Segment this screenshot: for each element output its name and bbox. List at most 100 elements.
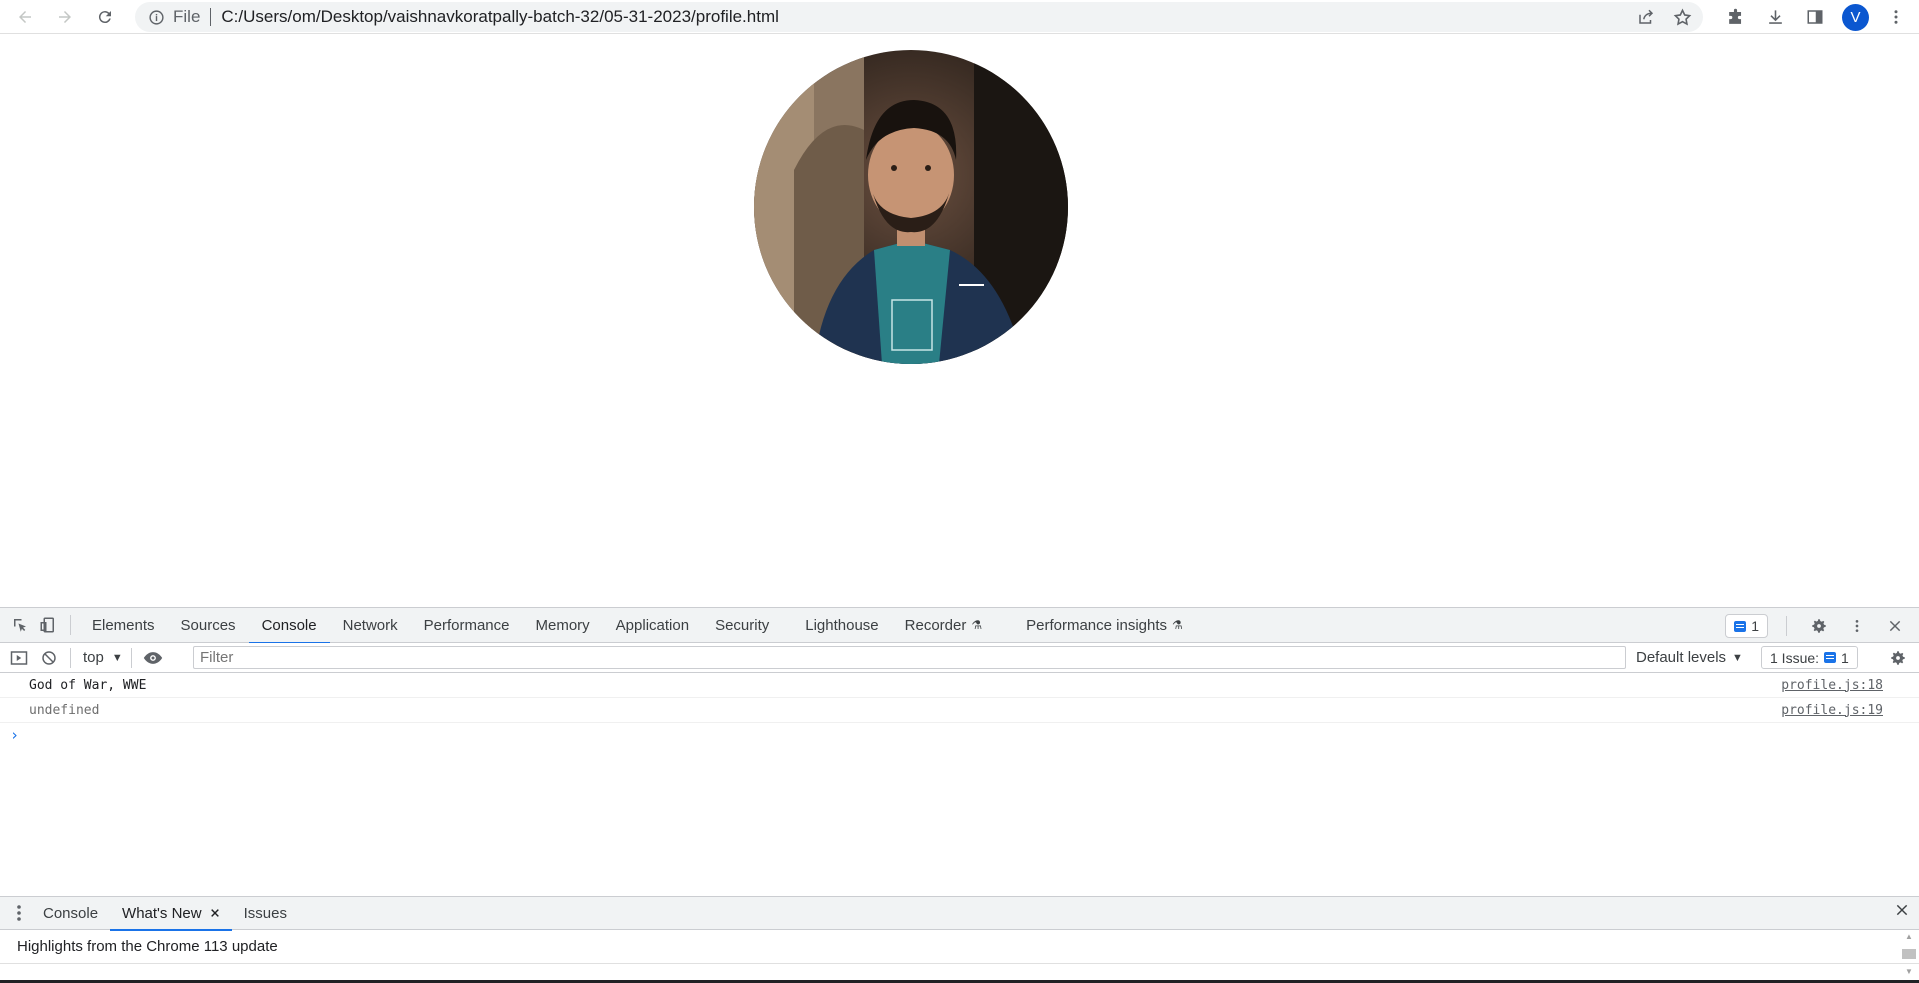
issues-count: 1 [1841, 649, 1849, 666]
forward-button[interactable] [51, 3, 79, 31]
side-panel-icon[interactable] [1802, 3, 1828, 31]
close-tab-icon[interactable] [210, 905, 220, 922]
tab-label: Application [615, 616, 690, 634]
console-settings-gear-icon[interactable] [1885, 645, 1911, 671]
tab-label: Elements [92, 616, 155, 634]
context-label: top [83, 649, 104, 666]
drawer-scrollbar[interactable]: ▲ ▼ [1901, 932, 1917, 976]
tab-console[interactable]: Console [248, 607, 330, 644]
tab-label: Issues [243, 904, 287, 922]
live-expression-eye-icon[interactable] [140, 645, 166, 671]
drawer-tab-whats-new[interactable]: What's New [110, 896, 232, 931]
download-icon[interactable] [1762, 3, 1788, 31]
address-bar[interactable]: File C:/Users/om/Desktop/vaishnavkoratpa… [135, 2, 1703, 32]
scroll-thumb[interactable] [1902, 949, 1916, 959]
tab-label: Recorder [904, 616, 967, 634]
console-prompt[interactable]: › [0, 723, 1919, 747]
console-filter-input[interactable] [193, 646, 1626, 669]
issues-badge-count: 1 [1751, 618, 1759, 634]
divider [130, 647, 132, 668]
more-options-icon[interactable] [1843, 612, 1871, 640]
tab-label: Lighthouse [805, 616, 879, 634]
tab-label: Performance [423, 616, 510, 634]
tab-label: What's New [122, 904, 202, 922]
console-output: God of War, WWE profile.js:18 undefined … [0, 673, 1919, 747]
issues-label: 1 Issue: [1770, 649, 1820, 666]
context-selector[interactable]: top ▼ [83, 649, 123, 666]
device-toolbar-icon[interactable] [34, 611, 62, 639]
tab-label: Console [43, 904, 99, 922]
tab-sources[interactable]: Sources [168, 607, 249, 643]
source-link[interactable]: profile.js:18 [1781, 678, 1883, 693]
whats-new-content: Highlights from the Chrome 113 update [0, 930, 1919, 964]
inspect-element-icon[interactable] [6, 611, 34, 639]
caret-down-icon: ▼ [111, 651, 123, 664]
divider [210, 8, 212, 26]
divider [70, 615, 71, 635]
close-devtools-icon[interactable] [1881, 612, 1909, 640]
whats-new-heading: Highlights from the Chrome 113 update [17, 938, 278, 955]
tab-application[interactable]: Application [603, 607, 702, 643]
close-drawer-icon[interactable] [1895, 903, 1909, 922]
tab-elements[interactable]: Elements [79, 607, 168, 643]
info-icon[interactable] [147, 8, 165, 26]
drawer-tab-issues[interactable]: Issues [232, 896, 299, 930]
tab-recorder[interactable]: Recorder ⚗ [892, 607, 995, 643]
url-text[interactable]: C:/Users/om/Desktop/vaishnavkoratpally-b… [221, 7, 778, 27]
share-icon[interactable] [1635, 6, 1657, 28]
levels-label: Default levels [1636, 649, 1727, 666]
divider [1786, 616, 1787, 636]
devtools-drawer: Console What's New Issues Highlights fro… [0, 896, 1919, 983]
console-message-text: God of War, WWE [29, 677, 147, 693]
tab-label: Memory [535, 616, 590, 634]
divider [70, 647, 71, 668]
flask-icon: ⚗ [971, 618, 983, 632]
tab-label: Sources [180, 616, 236, 634]
clear-console-icon[interactable] [36, 645, 62, 671]
drawer-menu-icon[interactable] [7, 904, 31, 922]
drawer-tab-bar: Console What's New Issues [0, 896, 1919, 931]
devtools-tab-bar: Elements Sources Console Network Perform… [0, 607, 1919, 644]
tab-label: Console [261, 616, 317, 634]
console-message-text: undefined [29, 702, 100, 718]
console-message: undefined profile.js:19 [0, 698, 1919, 723]
message-icon [1734, 620, 1747, 632]
tab-lighthouse[interactable]: Lighthouse [792, 607, 891, 643]
tab-network[interactable]: Network [330, 607, 411, 643]
reload-button[interactable] [91, 3, 119, 31]
tab-memory[interactable]: Memory [523, 607, 603, 643]
settings-gear-icon[interactable] [1805, 612, 1833, 640]
source-link[interactable]: profile.js:19 [1781, 703, 1883, 718]
tab-label: Performance insights [1026, 616, 1168, 634]
bookmark-star-icon[interactable] [1671, 6, 1693, 28]
console-toolbar: top ▼ Default levels ▼ 1 Issue: 1 [0, 643, 1919, 673]
reload-icon [98, 10, 111, 23]
browser-toolbar: File C:/Users/om/Desktop/vaishnavkoratpa… [0, 0, 1919, 34]
issues-badge[interactable]: 1 [1725, 614, 1768, 638]
extensions-icon[interactable] [1722, 3, 1748, 31]
scheme-label: File [173, 7, 201, 26]
tab-label: Security [715, 616, 770, 634]
more-menu-icon[interactable] [1883, 3, 1909, 31]
sidebar-toggle-icon[interactable] [6, 645, 32, 671]
person-photo-icon [754, 50, 1068, 364]
flask-icon: ⚗ [1172, 618, 1183, 632]
scroll-up-icon[interactable]: ▲ [1905, 932, 1913, 941]
drawer-tab-console[interactable]: Console [31, 896, 110, 930]
page-viewport [0, 35, 1919, 607]
prompt-chevron-icon: › [10, 726, 20, 744]
arrow-right-icon [59, 10, 71, 23]
back-button[interactable] [11, 3, 39, 31]
tab-performance-insights[interactable]: Performance insights ⚗ [1013, 607, 1196, 643]
tab-security[interactable]: Security [702, 607, 782, 643]
message-icon [1824, 652, 1837, 663]
profile-avatar[interactable]: V [1842, 3, 1869, 31]
console-issues-button[interactable]: 1 Issue: 1 [1761, 646, 1858, 669]
tab-label: Network [342, 616, 398, 634]
profile-photo [754, 50, 1068, 364]
arrow-left-icon [19, 10, 31, 23]
log-levels-dropdown[interactable]: Default levels ▼ [1636, 649, 1743, 666]
scroll-down-icon[interactable]: ▼ [1905, 967, 1913, 976]
caret-down-icon: ▼ [1732, 651, 1743, 664]
tab-performance[interactable]: Performance [411, 607, 523, 643]
